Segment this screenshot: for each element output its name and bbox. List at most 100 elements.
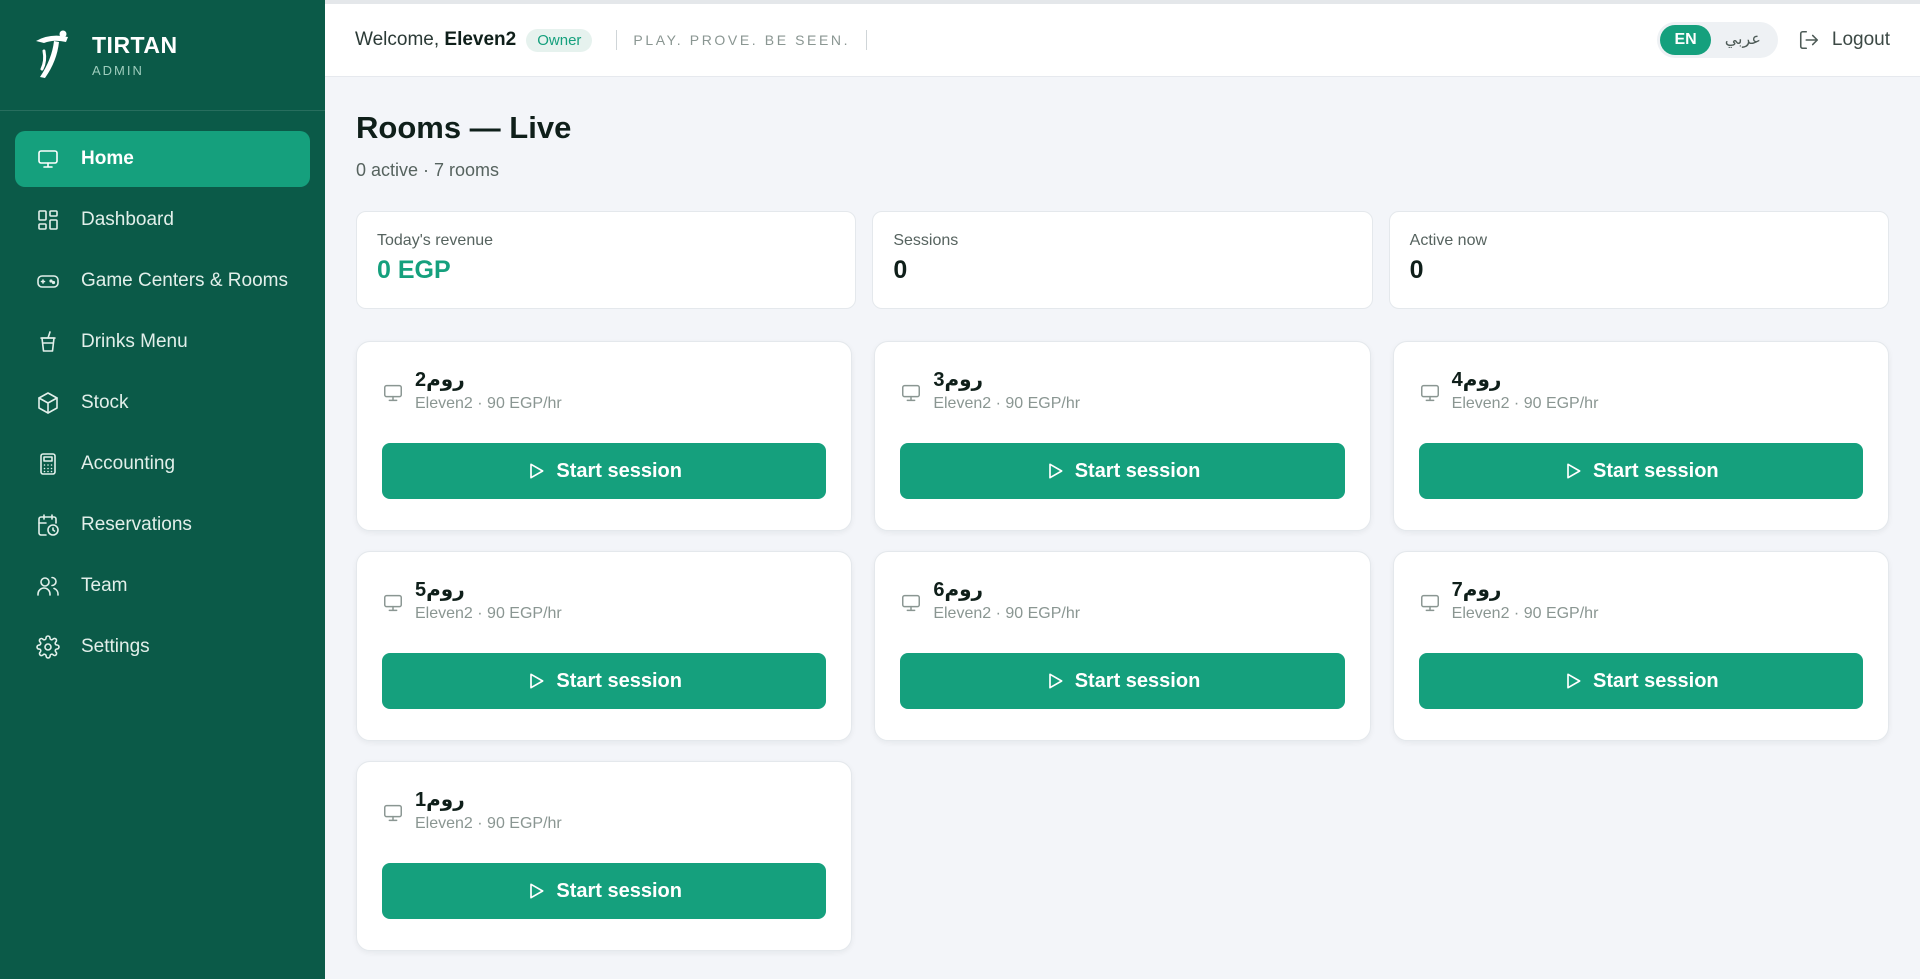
page-subtitle: 0 active · 7 rooms [356, 160, 500, 180]
sidebar-item-reservations[interactable]: Reservations [15, 497, 310, 553]
calendar-clock-icon [35, 512, 61, 538]
monitor-icon [900, 592, 922, 614]
divider [616, 30, 618, 50]
tagline: PLAY. PROVE. BE SEEN. [633, 32, 851, 48]
start-session-label: Start session [556, 669, 682, 692]
room-card: روم3 Eleven2 · 90 EGP/hr Start session [874, 341, 1371, 531]
sidebar-item-label: Dashboard [81, 209, 174, 230]
stat-value: 0 EGP [377, 256, 451, 284]
start-session-button[interactable]: Start session [382, 653, 827, 709]
room-meta: Eleven2 · 90 EGP/hr [933, 605, 1081, 622]
play-icon [1567, 673, 1581, 689]
stat-value: 0 [893, 256, 908, 284]
room-card: روم7 Eleven2 · 90 EGP/hr Start session [1392, 551, 1889, 741]
start-session-label: Start session [1593, 669, 1719, 692]
brand-name: TIRTAN [92, 32, 178, 58]
start-session-button[interactable]: Start session [382, 863, 827, 919]
username: Eleven2 [444, 29, 517, 50]
role-badge: Owner [526, 28, 593, 52]
room-meta: Eleven2 · 90 EGP/hr [415, 395, 562, 412]
room-meta: Eleven2 · 90 EGP/hr [1451, 605, 1599, 622]
logout-label: Logout [1831, 29, 1890, 50]
sidebar-item-label: Reservations [81, 514, 192, 535]
room-name: روم6 [933, 579, 984, 601]
room-name: روم4 [1451, 369, 1502, 391]
language-toggle: EN عربي [1657, 22, 1778, 58]
play-icon [530, 883, 544, 899]
room-meta: Eleven2 · 90 EGP/hr [415, 815, 562, 832]
stat-label: Today's revenue [377, 232, 494, 249]
sidebar-item-label: Stock [81, 392, 129, 413]
sidebar-item-drinks-menu[interactable]: Drinks Menu [15, 314, 310, 370]
calculator-icon [35, 451, 61, 477]
monitor-icon [900, 382, 922, 404]
start-session-button[interactable]: Start session [900, 653, 1345, 709]
sidebar-item-game-centers[interactable]: Game Centers & Rooms [15, 253, 310, 309]
stat-card-sessions: Sessions 0 [872, 211, 1373, 309]
start-session-button[interactable]: Start session [1418, 653, 1863, 709]
sidebar-item-label: Home [81, 148, 134, 169]
stats-row: Today's revenue 0 EGP Sessions 0 Active … [356, 211, 1889, 309]
logout-icon [1799, 30, 1818, 50]
rooms-grid: روم2 Eleven2 · 90 EGP/hr Start session ر… [356, 341, 1889, 951]
monitor-icon [382, 382, 404, 404]
sidebar: TIRTAN ADMIN Home Dashboard Game Centers… [0, 0, 325, 979]
brand-subtitle: ADMIN [92, 63, 144, 78]
sidebar-item-stock[interactable]: Stock [15, 375, 310, 431]
room-card: روم4 Eleven2 · 90 EGP/hr Start session [1392, 341, 1889, 531]
stat-card-active-now: Active now 0 [1388, 211, 1889, 309]
logo-icon [36, 30, 68, 78]
sidebar-item-label: Game Centers & Rooms [81, 270, 288, 291]
room-name: روم5 [415, 579, 465, 601]
play-icon [530, 463, 544, 479]
welcome-text: Welcome, Eleven2 [355, 29, 516, 51]
start-session-label: Start session [556, 879, 682, 902]
sidebar-item-dashboard[interactable]: Dashboard [15, 192, 310, 248]
monitor-icon [1419, 592, 1441, 614]
start-session-button[interactable]: Start session [900, 443, 1345, 499]
room-card: روم5 Eleven2 · 90 EGP/hr Start session [356, 551, 853, 741]
room-name: روم1 [415, 789, 465, 811]
sidebar-item-accounting[interactable]: Accounting [15, 436, 310, 492]
play-icon [530, 673, 544, 689]
room-card: روم6 Eleven2 · 90 EGP/hr Start session [874, 551, 1371, 741]
stat-card-revenue: Today's revenue 0 EGP [356, 211, 857, 309]
monitor-icon [35, 146, 61, 172]
top-bar: Welcome, Eleven2 Owner PLAY. PROVE. BE S… [325, 4, 1920, 77]
brand: TIRTAN ADMIN [0, 0, 325, 111]
monitor-icon [382, 592, 404, 614]
page-title: Rooms — Live [356, 110, 572, 145]
start-session-label: Start session [1074, 459, 1201, 482]
grid-icon [35, 207, 61, 233]
lang-en-button[interactable]: EN [1660, 25, 1711, 55]
room-name: روم7 [1451, 579, 1502, 601]
room-card: روم1 Eleven2 · 90 EGP/hr Start session [356, 761, 853, 951]
play-icon [1048, 463, 1063, 479]
lang-ar-button[interactable]: عربي [1711, 25, 1775, 55]
welcome-prefix: Welcome, [355, 29, 440, 50]
room-meta: Eleven2 · 90 EGP/hr [415, 605, 562, 622]
sidebar-item-home[interactable]: Home [15, 131, 310, 187]
monitor-icon [382, 802, 404, 824]
sidebar-nav: Home Dashboard Game Centers & Rooms Drin… [0, 111, 325, 700]
sidebar-item-label: Drinks Menu [81, 331, 188, 352]
sidebar-item-label: Accounting [81, 453, 176, 474]
room-name: روم3 [933, 369, 984, 391]
sidebar-item-team[interactable]: Team [15, 558, 310, 614]
start-session-button[interactable]: Start session [382, 443, 827, 499]
stat-value: 0 [1409, 256, 1424, 284]
start-session-label: Start session [1593, 459, 1719, 482]
monitor-icon [1419, 382, 1441, 404]
room-name: روم2 [415, 369, 465, 391]
room-meta: Eleven2 · 90 EGP/hr [933, 395, 1081, 412]
gamepad-icon [35, 268, 61, 294]
room-meta: Eleven2 · 90 EGP/hr [1451, 395, 1599, 412]
start-session-button[interactable]: Start session [1418, 443, 1863, 499]
users-icon [35, 573, 61, 599]
cup-icon [35, 329, 61, 355]
play-icon [1567, 463, 1581, 479]
box-icon [35, 390, 61, 416]
sidebar-item-settings[interactable]: Settings [15, 619, 310, 675]
logout-button[interactable]: Logout [1798, 29, 1890, 51]
divider [866, 30, 868, 50]
